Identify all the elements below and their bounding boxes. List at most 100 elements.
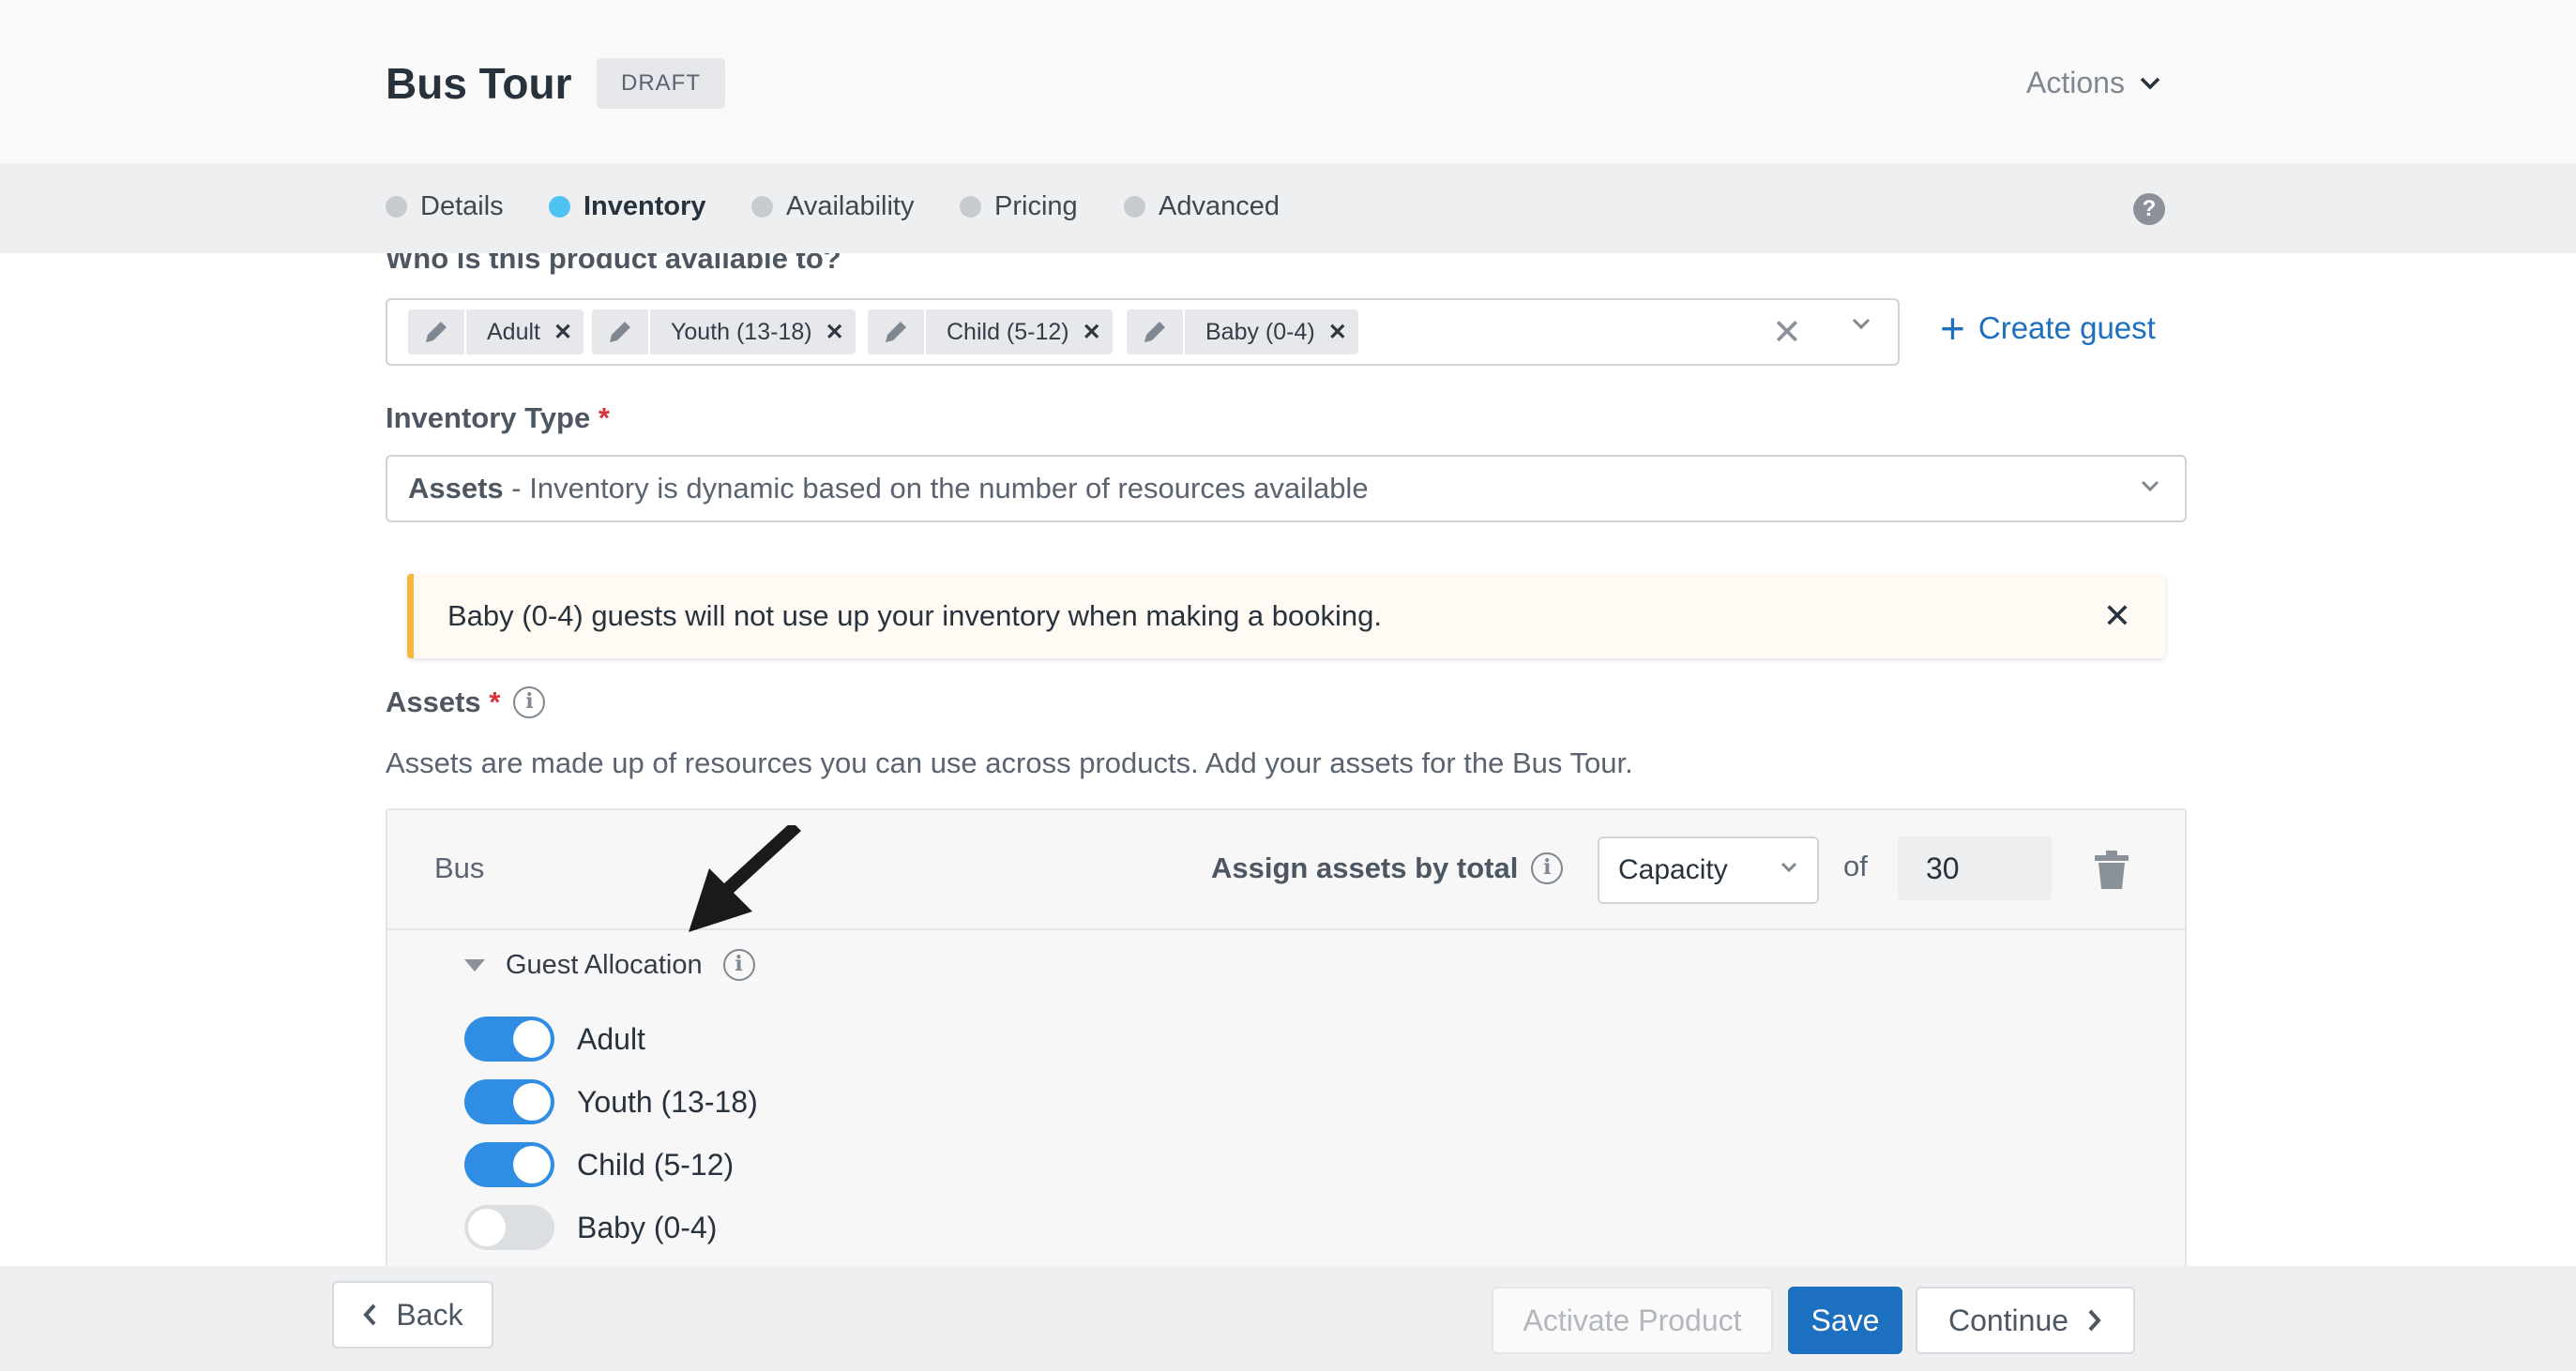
tab-status-dot bbox=[960, 196, 981, 218]
tab-status-dot bbox=[549, 196, 570, 218]
caret-down-icon bbox=[464, 958, 485, 972]
allocation-row-child: Child (5-12) bbox=[464, 1142, 734, 1187]
quantity-input[interactable]: 30 bbox=[1898, 836, 2052, 900]
guest-allocation-toggle[interactable]: Guest Allocation i bbox=[464, 949, 755, 981]
tab-availability[interactable]: Availability bbox=[751, 191, 914, 222]
question-circle-icon[interactable]: ? bbox=[2133, 193, 2165, 225]
required-mark: * bbox=[489, 686, 501, 718]
close-icon[interactable]: ✕ bbox=[1083, 319, 1113, 346]
chip-label: Child (5-12) bbox=[947, 318, 1069, 345]
plus-icon: + bbox=[1940, 304, 1965, 353]
assets-description: Assets are made up of resources you can … bbox=[386, 746, 1633, 779]
tab-label: Advanced bbox=[1159, 191, 1280, 221]
guest-chip-baby: Baby (0-4) ✕ bbox=[1127, 309, 1358, 354]
allocation-label: Youth (13-18) bbox=[577, 1084, 758, 1119]
required-mark: * bbox=[598, 401, 610, 434]
pencil-icon[interactable] bbox=[868, 309, 926, 354]
allocation-switch[interactable] bbox=[464, 1017, 554, 1062]
info-icon[interactable]: i bbox=[722, 949, 755, 981]
assets-label: Assets * i bbox=[386, 686, 546, 719]
inventory-type-label: Inventory Type * bbox=[386, 401, 610, 435]
arrow-annotation-icon bbox=[689, 825, 801, 932]
actions-dropdown[interactable]: Actions bbox=[2026, 66, 2160, 100]
chevron-down-icon[interactable] bbox=[1851, 317, 1871, 330]
chevron-down-icon bbox=[2141, 480, 2159, 492]
inventory-type-label-text: Inventory Type bbox=[386, 401, 591, 434]
switch-knob bbox=[513, 1020, 551, 1058]
actions-label: Actions bbox=[2026, 66, 2125, 99]
chip-label: Adult bbox=[487, 318, 540, 345]
chevron-right-icon bbox=[2088, 1309, 2101, 1332]
warning-alert: Baby (0-4) guests will not use up your i… bbox=[407, 574, 2165, 658]
pencil-icon[interactable] bbox=[408, 309, 466, 354]
chevron-left-icon bbox=[363, 1303, 376, 1326]
assign-by-value: Capacity bbox=[1618, 854, 1728, 885]
continue-label: Continue bbox=[1947, 1303, 2069, 1337]
chip-label: Youth (13-18) bbox=[671, 318, 812, 345]
create-guest-button[interactable]: + Create guest bbox=[1940, 304, 2156, 353]
switch-knob bbox=[468, 1209, 506, 1246]
inventory-type-select[interactable]: Assets - Inventory is dynamic based on t… bbox=[386, 455, 2187, 522]
tab-status-dot bbox=[1124, 196, 1145, 218]
tab-label: Inventory bbox=[583, 191, 706, 221]
chevron-down-icon bbox=[1780, 862, 1797, 873]
tab-pricing[interactable]: Pricing bbox=[960, 191, 1078, 222]
assign-assets-label-text: Assign assets by total bbox=[1211, 851, 1519, 884]
footer-bar: Back Activate Product Save Continue bbox=[0, 1266, 2576, 1371]
page-title: Bus Tour bbox=[386, 59, 572, 108]
allocation-row-baby: Baby (0-4) bbox=[464, 1205, 717, 1250]
pencil-icon[interactable] bbox=[1127, 309, 1185, 354]
allocation-label: Child (5-12) bbox=[577, 1147, 735, 1182]
close-icon[interactable]: ✕ bbox=[553, 319, 583, 346]
allocation-label: Baby (0-4) bbox=[577, 1210, 718, 1244]
switch-knob bbox=[513, 1146, 551, 1183]
asset-name: Bus bbox=[434, 851, 485, 884]
inventory-type-selected-desc: - Inventory is dynamic based on the numb… bbox=[503, 472, 1369, 505]
save-button[interactable]: Save bbox=[1788, 1287, 1902, 1354]
guest-chip-youth: Youth (13-18) ✕ bbox=[592, 309, 856, 354]
trash-icon[interactable] bbox=[2093, 850, 2130, 891]
activate-product-button[interactable]: Activate Product bbox=[1492, 1287, 1773, 1354]
tab-inventory[interactable]: Inventory bbox=[549, 191, 706, 222]
close-icon[interactable]: ✕ bbox=[2103, 574, 2131, 658]
pencil-icon[interactable] bbox=[592, 309, 650, 354]
guest-type-multiselect[interactable]: Adult ✕ Youth (13-18) ✕ Child (5-12) ✕ B… bbox=[386, 298, 1900, 366]
allocation-switch[interactable] bbox=[464, 1142, 554, 1187]
of-label: of bbox=[1843, 850, 1868, 882]
clear-all-icon[interactable]: ✕ bbox=[1772, 311, 1802, 354]
switch-knob bbox=[513, 1083, 551, 1121]
status-badge: DRAFT bbox=[597, 58, 725, 109]
guest-chip-adult: Adult ✕ bbox=[408, 309, 584, 354]
close-icon[interactable]: ✕ bbox=[1328, 319, 1358, 346]
tab-label: Details bbox=[420, 191, 504, 221]
continue-button[interactable]: Continue bbox=[1916, 1287, 2135, 1354]
back-label: Back bbox=[396, 1297, 463, 1332]
create-guest-label: Create guest bbox=[1977, 310, 2156, 345]
assign-by-select[interactable]: Capacity bbox=[1598, 836, 1819, 904]
tab-bar: Details Inventory Availability Pricing A… bbox=[0, 163, 2576, 253]
chevron-down-icon bbox=[2140, 77, 2160, 89]
page-header: Bus Tour DRAFT Actions bbox=[0, 0, 2576, 163]
tab-label: Pricing bbox=[994, 191, 1078, 221]
tab-details[interactable]: Details bbox=[386, 191, 504, 222]
allocation-switch[interactable] bbox=[464, 1205, 554, 1250]
chip-label: Baby (0-4) bbox=[1205, 318, 1315, 345]
info-icon[interactable]: i bbox=[513, 686, 546, 718]
allocation-row-adult: Adult bbox=[464, 1017, 645, 1062]
guest-chip-child: Child (5-12) ✕ bbox=[868, 309, 1113, 354]
tab-status-dot bbox=[386, 196, 407, 218]
allocation-switch[interactable] bbox=[464, 1079, 554, 1124]
back-button[interactable]: Back bbox=[332, 1281, 493, 1348]
tab-advanced[interactable]: Advanced bbox=[1124, 191, 1280, 222]
alert-text: Baby (0-4) guests will not use up your i… bbox=[447, 599, 1382, 632]
allocation-label: Adult bbox=[577, 1021, 645, 1056]
close-icon[interactable]: ✕ bbox=[826, 319, 856, 346]
assign-assets-label: Assign assets by total i bbox=[1211, 851, 1564, 885]
tab-label: Availability bbox=[786, 191, 915, 221]
tab-status-dot bbox=[751, 196, 773, 218]
guest-allocation-label: Guest Allocation bbox=[506, 949, 703, 980]
info-icon[interactable]: i bbox=[1531, 852, 1564, 884]
allocation-row-youth: Youth (13-18) bbox=[464, 1079, 758, 1124]
inventory-type-selected-name: Assets bbox=[408, 472, 504, 505]
assets-label-text: Assets bbox=[386, 686, 481, 718]
